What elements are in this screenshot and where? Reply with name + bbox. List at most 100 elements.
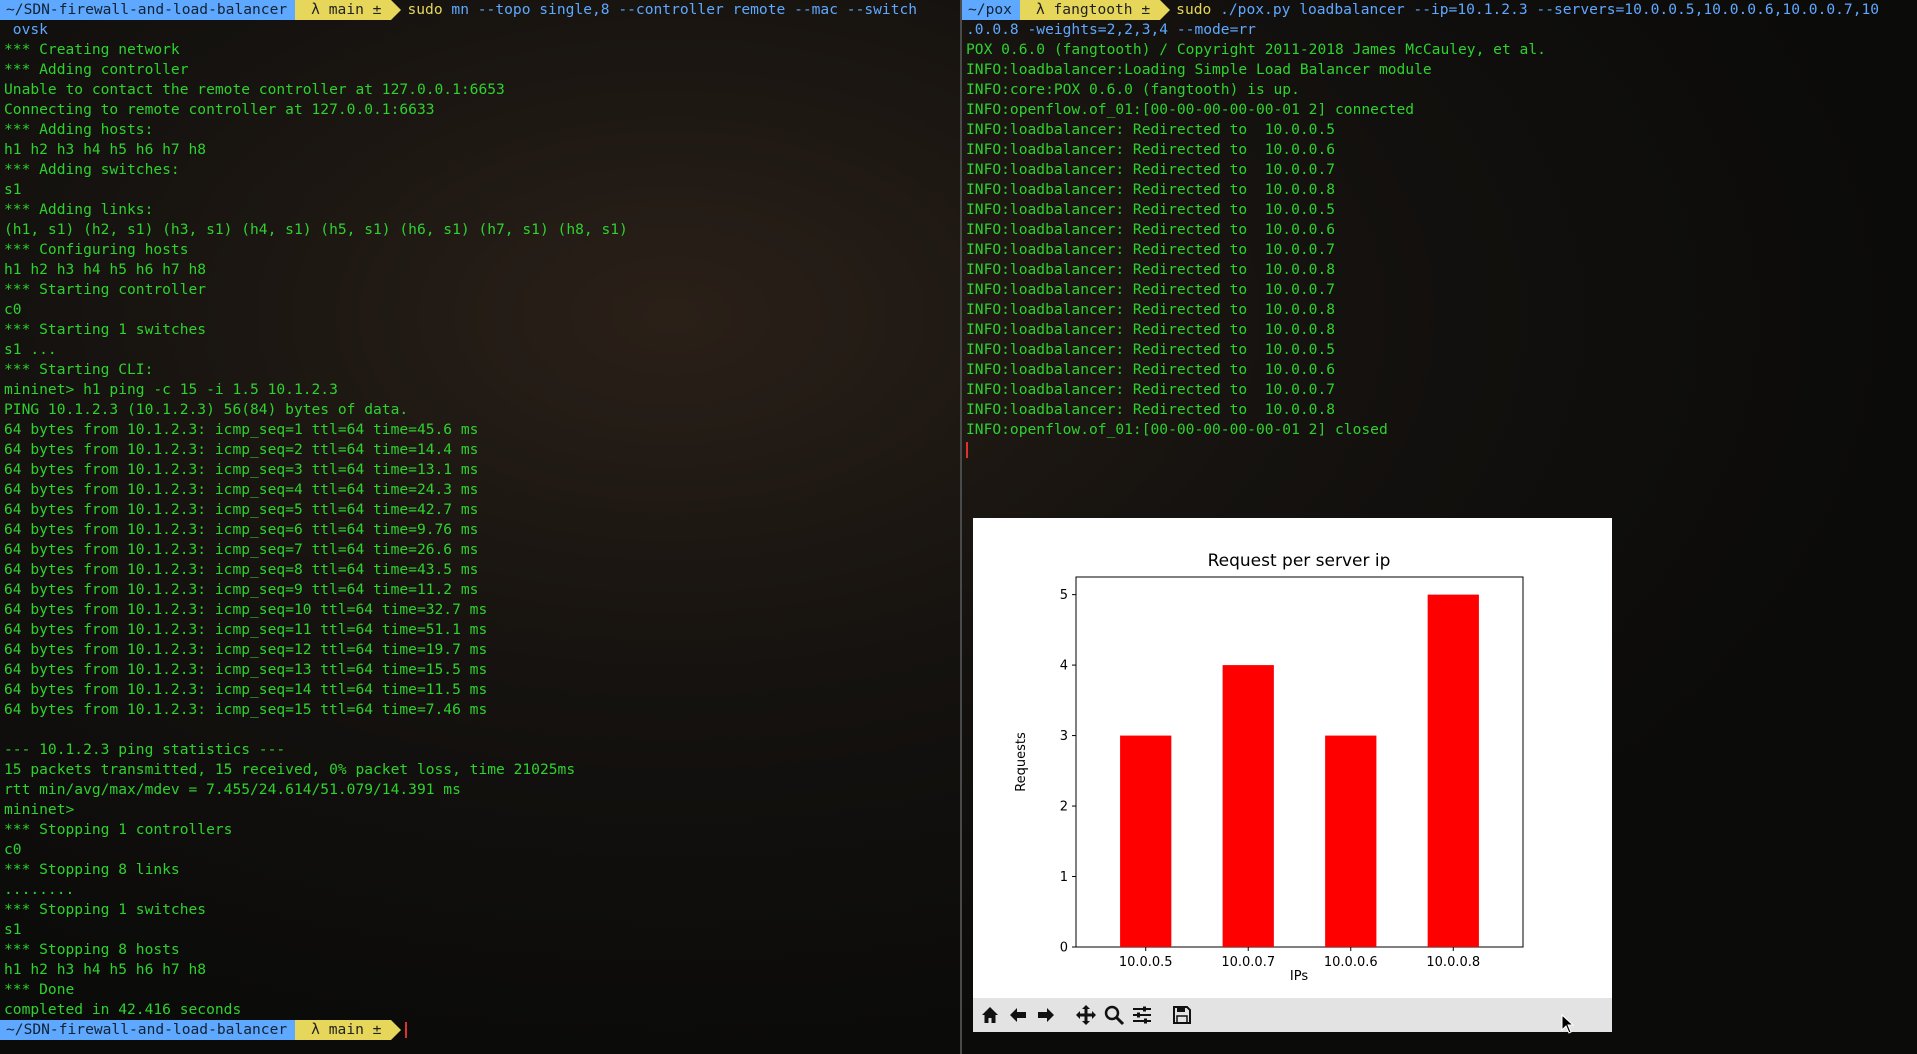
y-tick-label: 3 <box>1060 729 1068 744</box>
terminal-line: INFO:loadbalancer: Redirected to 10.0.0.… <box>966 361 1336 378</box>
command-sudo: sudo <box>407 1 443 18</box>
bar-10.0.0.7 <box>1222 665 1274 947</box>
terminal-output: POX 0.6.0 (fangtooth) / Copyright 2011-2… <box>962 40 1917 440</box>
terminal-line: *** Starting 1 switches <box>4 321 207 338</box>
forward-button[interactable] <box>1033 1002 1059 1028</box>
y-tick-label: 1 <box>1060 870 1068 885</box>
pan-button[interactable] <box>1073 1002 1099 1028</box>
prompt-top: ~/pox λ fangtooth ± sudo ./pox.py loadba… <box>962 0 1917 20</box>
terminal-line: h1 h2 h3 h4 h5 h6 h7 h8 <box>4 961 207 978</box>
command-wrap: .0.0.8 -weights=2,2,3,4 --mode=rr <box>966 21 1256 38</box>
terminal-line: INFO:openflow.of_01:[00-00-00-00-00-01 2… <box>966 101 1415 118</box>
text-cursor <box>966 442 968 458</box>
terminal-line: 64 bytes from 10.1.2.3: icmp_seq=2 ttl=6… <box>4 441 479 458</box>
y-tick-label: 0 <box>1060 941 1068 956</box>
terminal-line: INFO:loadbalancer: Redirected to 10.0.0.… <box>966 141 1336 158</box>
terminal-line: --- 10.1.2.3 ping statistics --- <box>4 741 286 758</box>
sliders-icon <box>1133 1006 1151 1024</box>
terminal-line: 64 bytes from 10.1.2.3: icmp_seq=3 ttl=6… <box>4 461 479 478</box>
prompt-git-branch: λ fangtooth ± <box>1019 0 1171 20</box>
terminal-line: 64 bytes from 10.1.2.3: icmp_seq=12 ttl=… <box>4 641 488 658</box>
configure-subplots-button[interactable] <box>1129 1002 1155 1028</box>
prompt-command: sudo ./pox.py loadbalancer --ip=10.1.2.3… <box>1160 0 1879 20</box>
terminal-line: 64 bytes from 10.1.2.3: icmp_seq=14 ttl=… <box>4 681 488 698</box>
terminal-line: mininet> h1 ping -c 15 -i 1.5 10.1.2.3 <box>4 381 338 398</box>
terminal-line: 64 bytes from 10.1.2.3: icmp_seq=5 ttl=6… <box>4 501 479 518</box>
prompt-branch: fangtooth ± <box>1053 1 1151 18</box>
terminal-line: 64 bytes from 10.1.2.3: icmp_seq=8 ttl=6… <box>4 561 479 578</box>
text-cursor <box>405 1022 408 1038</box>
terminal-line: *** Starting controller <box>4 281 207 298</box>
terminal-line: h1 h2 h3 h4 h5 h6 h7 h8 <box>4 261 207 278</box>
x-tick-label: 10.0.0.7 <box>1221 955 1275 970</box>
terminal-line: 64 bytes from 10.1.2.3: icmp_seq=6 ttl=6… <box>4 521 479 538</box>
command-wrap: ovsk <box>4 21 48 38</box>
terminal-line: 64 bytes from 10.1.2.3: icmp_seq=11 ttl=… <box>4 621 488 638</box>
terminal-line: POX 0.6.0 (fangtooth) / Copyright 2011-2… <box>966 41 1546 58</box>
terminal-line: INFO:loadbalancer:Loading Simple Load Ba… <box>966 61 1432 78</box>
terminal-line: h1 h2 h3 h4 h5 h6 h7 h8 <box>4 141 207 158</box>
terminal-line: ........ <box>4 881 75 898</box>
prompt-branch: main ± <box>328 1 382 18</box>
terminal-line: *** Stopping 8 hosts <box>4 941 180 958</box>
home-button[interactable] <box>977 1002 1003 1028</box>
terminal-line: *** Stopping 8 links <box>4 861 180 878</box>
home-icon <box>982 1007 998 1023</box>
terminal-line: 64 bytes from 10.1.2.3: icmp_seq=9 ttl=6… <box>4 581 479 598</box>
back-button[interactable] <box>1005 1002 1031 1028</box>
terminal-line: INFO:loadbalancer: Redirected to 10.0.0.… <box>966 121 1336 138</box>
bar-10.0.0.8 <box>1427 594 1479 947</box>
save-button[interactable] <box>1169 1002 1195 1028</box>
terminal-line: *** Creating network <box>4 41 180 58</box>
git-branch-icon: λ <box>311 1021 329 1038</box>
terminal-line: Unable to contact the remote controller … <box>4 81 505 98</box>
terminal-line: INFO:loadbalancer: Redirected to 10.0.0.… <box>966 221 1336 238</box>
terminal-line: *** Adding controller <box>4 61 189 78</box>
terminal-line: s1 <box>4 181 22 198</box>
prompt-command: sudo mn --topo single,8 --controller rem… <box>391 0 917 20</box>
terminal-line: c0 <box>4 301 22 318</box>
x-tick-label: 10.0.0.5 <box>1119 955 1173 970</box>
plot-window[interactable]: Request per server ip IPs Requests 0 1 2 3 4… <box>973 518 1612 1032</box>
terminal-line: 64 bytes from 10.1.2.3: icmp_seq=13 ttl=… <box>4 661 488 678</box>
prompt-git-branch: λ main ± <box>295 1020 402 1040</box>
terminal-line: INFO:loadbalancer: Redirected to 10.0.0.… <box>966 201 1336 218</box>
terminal-line: INFO:loadbalancer: Redirected to 10.0.0.… <box>966 381 1336 398</box>
terminal-line: c0 <box>4 841 22 858</box>
terminal-line: INFO:loadbalancer: Redirected to 10.0.0.… <box>966 301 1336 318</box>
terminal-line: *** Done <box>4 981 75 998</box>
y-tick-label: 2 <box>1060 800 1068 815</box>
plot-toolbar <box>973 998 1612 1032</box>
left-terminal[interactable]: ~/SDN-firewall-and-load-balancer λ main … <box>0 0 960 1054</box>
bar-10.0.0.6 <box>1325 735 1377 947</box>
prompt-git-branch: λ main ± <box>295 0 402 20</box>
command-text: ./pox.py loadbalancer --ip=10.1.2.3 --se… <box>1211 1 1880 18</box>
command-text: mn --topo single,8 --controller remote -… <box>442 1 918 18</box>
terminal-line: INFO:loadbalancer: Redirected to 10.0.0.… <box>966 401 1336 418</box>
terminal-line: *** Adding hosts: <box>4 121 154 138</box>
zoom-button[interactable] <box>1101 1002 1127 1028</box>
terminal-line: 15 packets transmitted, 15 received, 0% … <box>4 761 576 778</box>
terminal-line: s1 ... <box>4 341 57 358</box>
prompt-top: ~/SDN-firewall-and-load-balancer λ main … <box>0 0 960 20</box>
terminal-line: *** Starting CLI: <box>4 361 154 378</box>
arrow-left-icon <box>1010 1008 1026 1022</box>
x-axis-label: IPs <box>1290 969 1308 984</box>
git-branch-icon: λ <box>1035 1 1054 18</box>
zoom-icon <box>1104 1005 1125 1026</box>
terminal-line: *** Stopping 1 switches <box>4 901 207 918</box>
prompt-branch: main ± <box>328 1021 382 1038</box>
terminal-line: 64 bytes from 10.1.2.3: icmp_seq=4 ttl=6… <box>4 481 479 498</box>
terminal-line: *** Adding links: <box>4 201 154 218</box>
terminal-line: *** Configuring hosts <box>4 241 189 258</box>
git-branch-icon: λ <box>311 1 329 18</box>
bar-chart: Request per server ip IPs Requests 0 1 2 3 4… <box>1014 551 1524 984</box>
terminal-line: 64 bytes from 10.1.2.3: icmp_seq=15 ttl=… <box>4 701 488 718</box>
cursor-line <box>962 440 1917 460</box>
arrow-right-icon <box>1038 1008 1054 1022</box>
terminal-line: PING 10.1.2.3 (10.1.2.3) 56(84) bytes of… <box>4 401 409 418</box>
terminal-line: *** Stopping 1 controllers <box>4 821 233 838</box>
pan-icon <box>1076 1005 1096 1025</box>
terminal-line: INFO:core:POX 0.6.0 (fangtooth) is up. <box>966 81 1300 98</box>
